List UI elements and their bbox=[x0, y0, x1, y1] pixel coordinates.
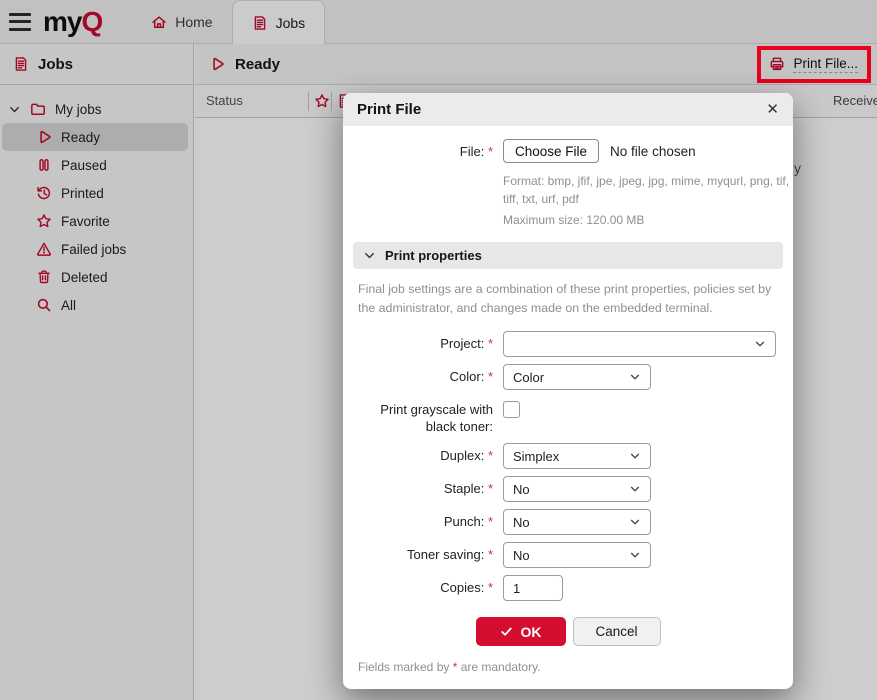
mandatory-fields-note: Fields marked by * are mandatory. bbox=[358, 660, 783, 674]
dialog-body: File: * Choose File No file chosen Forma… bbox=[343, 126, 793, 689]
field-row: Toner saving: * No bbox=[353, 542, 783, 568]
field-label: Toner saving: * bbox=[353, 542, 503, 568]
required-mark: * bbox=[488, 514, 493, 529]
chevron-down-icon bbox=[629, 516, 641, 528]
select-value: Color bbox=[513, 370, 544, 385]
required-mark: * bbox=[488, 369, 493, 384]
required-mark: * bbox=[488, 144, 493, 159]
copies-input[interactable]: 1 bbox=[503, 575, 563, 601]
cancel-button[interactable]: Cancel bbox=[573, 617, 661, 646]
input-value: 1 bbox=[513, 581, 520, 596]
field-label: Copies: * bbox=[353, 575, 503, 601]
section-title: Print properties bbox=[385, 248, 482, 263]
select-value: Simplex bbox=[513, 449, 559, 464]
no-file-chosen-text: No file chosen bbox=[610, 144, 696, 159]
required-mark: * bbox=[488, 547, 493, 562]
staple-select[interactable]: No bbox=[503, 476, 651, 502]
required-mark: * bbox=[488, 481, 493, 496]
select-value: No bbox=[513, 548, 530, 563]
field-row: Staple: * No bbox=[353, 476, 783, 502]
print-file-dialog: Print File ✕ File: * Choose File No file… bbox=[343, 93, 793, 689]
file-label: File: * bbox=[353, 139, 503, 229]
ok-label: OK bbox=[521, 624, 542, 640]
field-row: Copies: * 1 bbox=[353, 575, 783, 601]
dialog-header: Print File ✕ bbox=[343, 93, 793, 126]
field-label: Staple: * bbox=[353, 476, 503, 502]
field-row: Project: * bbox=[353, 331, 783, 357]
field-row: Print grayscale with black toner: bbox=[353, 397, 783, 436]
print-properties-form: Project: * Color: * Color Print grayscale w… bbox=[353, 331, 783, 601]
chevron-down-icon bbox=[629, 371, 641, 383]
file-control: Choose File No file chosen Format: bmp, … bbox=[503, 139, 798, 229]
field-row: Duplex: * Simplex bbox=[353, 443, 783, 469]
close-icon[interactable]: ✕ bbox=[766, 102, 779, 117]
project-select[interactable] bbox=[503, 331, 776, 357]
dialog-buttons: OK Cancel bbox=[353, 617, 783, 646]
select-value: No bbox=[513, 515, 530, 530]
required-mark: * bbox=[488, 448, 493, 463]
check-icon bbox=[500, 625, 513, 638]
chevron-down-icon bbox=[629, 450, 641, 462]
field-label: Punch: * bbox=[353, 509, 503, 535]
file-format-hint: Format: bmp, jfif, jpe, jpeg, jpg, mime,… bbox=[503, 172, 798, 208]
chevron-down-icon bbox=[629, 483, 641, 495]
chevron-down-icon bbox=[363, 249, 376, 262]
file-field-row: File: * Choose File No file chosen Forma… bbox=[353, 139, 783, 229]
chevron-down-icon bbox=[754, 338, 766, 350]
choose-file-button[interactable]: Choose File bbox=[503, 139, 599, 163]
ok-button[interactable]: OK bbox=[476, 617, 566, 646]
field-row: Punch: * No bbox=[353, 509, 783, 535]
punch-select[interactable]: No bbox=[503, 509, 651, 535]
dialog-title: Print File bbox=[357, 101, 421, 118]
required-mark: * bbox=[488, 336, 493, 351]
field-label: Duplex: * bbox=[353, 443, 503, 469]
field-label: Project: * bbox=[353, 331, 503, 357]
toner-saving-select[interactable]: No bbox=[503, 542, 651, 568]
file-max-size-hint: Maximum size: 120.00 MB bbox=[503, 211, 798, 229]
print-properties-section-header[interactable]: Print properties bbox=[353, 242, 783, 269]
field-label: Print grayscale with black toner: bbox=[353, 397, 503, 436]
required-mark: * bbox=[488, 580, 493, 595]
chevron-down-icon bbox=[629, 549, 641, 561]
color-select[interactable]: Color bbox=[503, 364, 651, 390]
annotation-highlight-box bbox=[757, 46, 871, 83]
grayscale-checkbox[interactable] bbox=[503, 401, 520, 418]
field-row: Color: * Color bbox=[353, 364, 783, 390]
section-description: Final job settings are a combination of … bbox=[358, 280, 782, 317]
duplex-select[interactable]: Simplex bbox=[503, 443, 651, 469]
myq-web-app: myQ Home Jobs Jobs My jobsReadyPausedPri… bbox=[0, 0, 877, 700]
field-label: Color: * bbox=[353, 364, 503, 390]
select-value: No bbox=[513, 482, 530, 497]
